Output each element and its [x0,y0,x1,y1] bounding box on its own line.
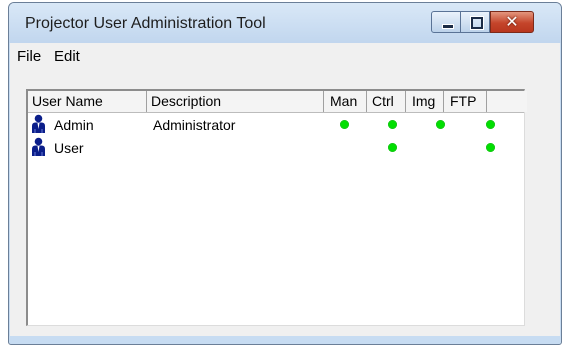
client-area: User Name Description Man Ctrl Img FTP A… [10,69,560,336]
user-icon [31,137,46,157]
menu-bar: File Edit [10,43,560,69]
column-filler [487,91,527,112]
img-permission-dot [436,120,445,129]
ftp-permission-dot [486,143,495,152]
list-header: User Name Description Man Ctrl Img FTP [28,91,527,113]
user-name-label: Admin [54,117,94,133]
column-img[interactable]: Img [406,91,444,112]
column-ftp[interactable]: FTP [444,91,487,112]
table-row[interactable]: User [28,137,524,159]
app-window: Projector User Administration Tool ✕ Fil… [8,2,562,345]
minimize-button[interactable] [431,11,461,33]
menu-edit[interactable]: Edit [54,48,80,65]
maximize-button[interactable] [460,11,490,33]
ftp-permission-dot [486,120,495,129]
menu-file[interactable]: File [17,48,41,65]
column-man[interactable]: Man [324,91,367,112]
user-name-cell: Admin [31,114,94,136]
ctrl-permission-dot [388,143,397,152]
column-user-name[interactable]: User Name [28,91,147,112]
column-description[interactable]: Description [147,91,324,112]
user-name-cell: User [31,137,84,159]
user-list-view[interactable]: User Name Description Man Ctrl Img FTP A… [26,89,527,326]
column-ctrl[interactable]: Ctrl [367,91,406,112]
description-cell: Administrator [153,117,236,133]
table-row[interactable]: Admin Administrator [28,114,524,136]
window-title: Projector User Administration Tool [25,15,266,32]
title-bar[interactable]: Projector User Administration Tool ✕ [9,3,561,43]
user-name-label: User [54,140,84,156]
minimize-icon [442,24,454,29]
user-icon [31,114,46,134]
man-permission-dot [340,120,349,129]
close-button[interactable]: ✕ [490,11,534,33]
ctrl-permission-dot [388,120,397,129]
close-icon: ✕ [505,12,519,31]
maximize-icon [471,17,483,29]
